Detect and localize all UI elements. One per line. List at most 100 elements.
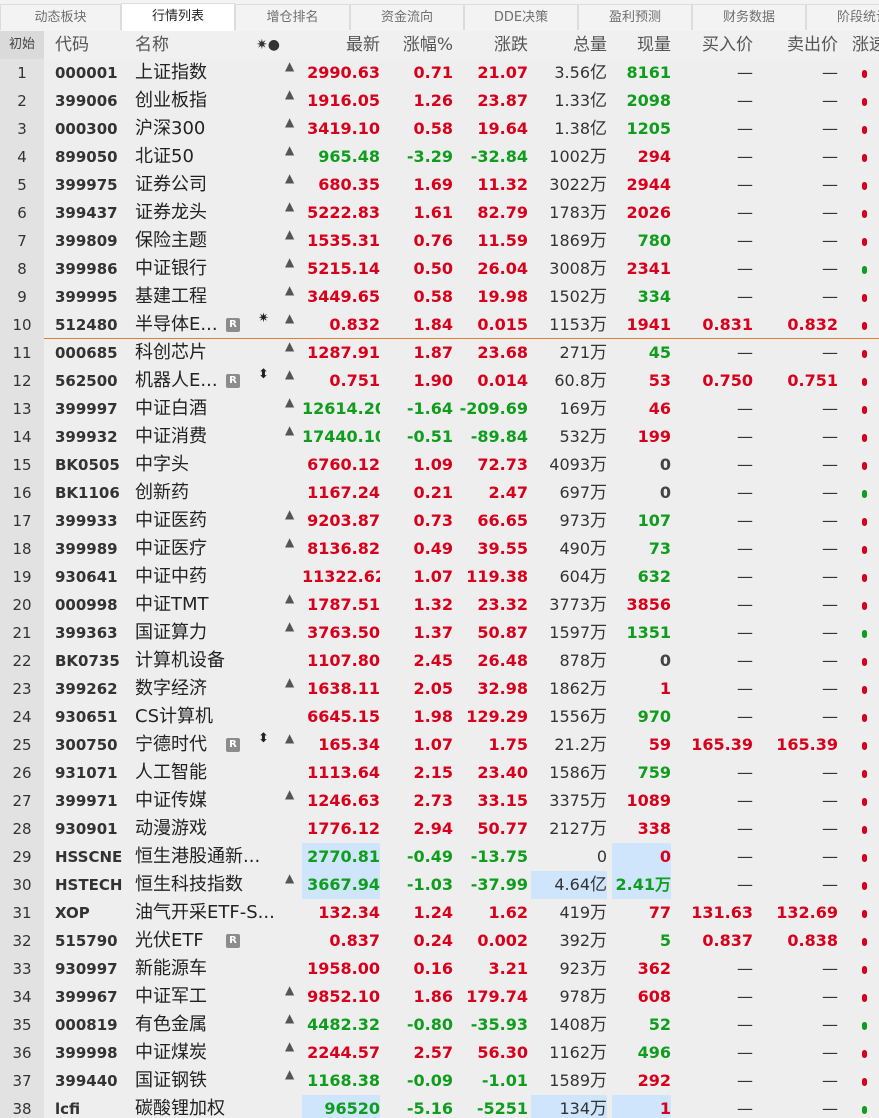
security-name[interactable]: 科创芯片 (135, 339, 285, 367)
header-pct[interactable]: 涨幅% (386, 31, 453, 59)
security-name[interactable]: 动漫游戏 (135, 815, 285, 843)
security-name[interactable]: 中证传媒 (135, 787, 285, 815)
alert-bell-icon[interactable]: ▲ (285, 675, 294, 689)
security-name[interactable]: 北证50 (135, 143, 285, 171)
security-code[interactable]: 399006 (55, 87, 135, 115)
table-row[interactable]: 10 512480 半导体E... R ✷ ▲ 0.832 1.84 0.015 1153万 194… (0, 311, 879, 339)
security-name[interactable]: 油气开采ETF-S... (135, 899, 285, 927)
security-name[interactable]: 中证医疗 (135, 535, 285, 563)
header-name[interactable]: 名称 (135, 31, 169, 59)
security-code[interactable]: 000300 (55, 115, 135, 143)
header-change[interactable]: 涨跌 (458, 31, 528, 59)
security-code[interactable]: 399989 (55, 535, 135, 563)
security-code[interactable]: 399932 (55, 423, 135, 451)
alert-bell-icon[interactable]: ▲ (285, 871, 294, 885)
table-row[interactable]: 11 000685 科创芯片 ▲ 1287.91 1.87 23.68 271万 45— — (0, 339, 879, 367)
table-row[interactable]: 4 899050 北证50 ▲ 965.48 -3.29 -32.84 1002万 294— — (0, 143, 879, 171)
tab-position-ranking[interactable]: 增仓排名 (235, 4, 350, 30)
security-name[interactable]: 中证TMT (135, 591, 285, 619)
security-name[interactable]: 中证中药 (135, 563, 285, 591)
alert-bell-icon[interactable]: ▲ (285, 143, 294, 157)
security-code[interactable]: 000998 (55, 591, 135, 619)
security-code[interactable]: 562500 (55, 367, 135, 395)
security-code[interactable]: 399933 (55, 507, 135, 535)
table-row[interactable]: 30 HSTECH 恒生科技指数 ▲ 3667.94 -1.03 -37.99 4.64亿 2.… (0, 871, 879, 899)
header-buy[interactable]: 买入价 (680, 31, 753, 59)
table-row[interactable]: 28 930901 动漫游戏 1776.12 2.94 50.77 2127万 338— — (0, 815, 879, 843)
security-name[interactable]: 新能源车 (135, 955, 285, 983)
table-row[interactable]: 3 000300 沪深300 ▲ 3419.10 0.58 19.64 1.38亿 1205— — (0, 115, 879, 143)
security-name[interactable]: 人工智能 (135, 759, 285, 787)
security-name[interactable]: CS计算机 (135, 703, 285, 731)
table-row[interactable]: 36 399998 中证煤炭 ▲ 2244.57 2.57 56.30 1162万 496— — (0, 1039, 879, 1067)
table-row[interactable]: 7 399809 保险主题 ▲ 1535.31 0.76 11.59 1869万 780— — (0, 227, 879, 255)
alert-bell-icon[interactable]: ▲ (285, 283, 294, 297)
tab-earnings-forecast[interactable]: 盈利预测 (578, 4, 692, 30)
table-row[interactable]: 31 XOP 油气开采ETF-S... 132.34 1.24 1.62 419万 77 131… (0, 899, 879, 927)
security-code[interactable]: 512480 (55, 311, 135, 339)
table-row[interactable]: 16 BK1106 创新药 1167.24 0.21 2.47 697万 0— — (0, 479, 879, 507)
table-row[interactable]: 38 lcfi 碳酸锂加权 96520 -5.16 -5251 134万 1— — (0, 1095, 879, 1118)
table-row[interactable]: 9 399995 基建工程 ▲ 3449.65 0.58 19.98 1502万 334— — (0, 283, 879, 311)
table-row[interactable]: 33 930997 新能源车 1958.00 0.16 3.21 923万 362— — (0, 955, 879, 983)
security-name[interactable]: 沪深300 (135, 115, 285, 143)
header-latest[interactable]: 最新 (302, 31, 380, 59)
security-name[interactable]: 中证白酒 (135, 395, 285, 423)
header-flags[interactable]: ✷● (256, 31, 280, 59)
security-name[interactable]: 恒生港股通新... (135, 843, 285, 871)
security-code[interactable]: 930651 (55, 703, 135, 731)
security-code[interactable]: 399997 (55, 395, 135, 423)
security-code[interactable]: BK1106 (55, 479, 135, 507)
security-name[interactable]: 中字头 (135, 451, 285, 479)
header-code[interactable]: 代码 (55, 31, 89, 59)
table-row[interactable]: 26 931071 人工智能 1113.64 2.15 23.40 1586万 759— — (0, 759, 879, 787)
alert-bell-icon[interactable]: ▲ (285, 395, 294, 409)
security-name[interactable]: 保险主题 (135, 227, 285, 255)
table-row[interactable]: 1 000001 上证指数 ▲ 2990.63 0.71 21.07 3.56亿 8161— — (0, 59, 879, 87)
security-code[interactable]: HSSCNE (55, 843, 135, 871)
table-row[interactable]: 35 000819 有色金属 ▲ 4482.32 -0.80 -35.93 1408万 52— — (0, 1011, 879, 1039)
table-row[interactable]: 32 515790 光伏ETF R 0.837 0.24 0.002 392万 5 0.837 0.… (0, 927, 879, 955)
table-row[interactable]: 15 BK0505 中字头 6760.12 1.09 72.73 4093万 0— — (0, 451, 879, 479)
security-code[interactable]: 399967 (55, 983, 135, 1011)
security-name[interactable]: 基建工程 (135, 283, 285, 311)
header-speed[interactable]: 涨速 (852, 31, 879, 59)
security-name[interactable]: 证券公司 (135, 171, 285, 199)
header-sell[interactable]: 卖出价 (766, 31, 838, 59)
security-name[interactable]: 碳酸锂加权 (135, 1095, 285, 1118)
security-name[interactable]: 创新药 (135, 479, 285, 507)
security-code[interactable]: 931071 (55, 759, 135, 787)
security-name[interactable]: 中证军工 (135, 983, 285, 1011)
table-row[interactable]: 20 000998 中证TMT ▲ 1787.51 1.32 23.32 3773万 3856—… (0, 591, 879, 619)
alert-bell-icon[interactable]: ▲ (285, 983, 294, 997)
security-name[interactable]: 中证银行 (135, 255, 285, 283)
security-name[interactable]: 数字经济 (135, 675, 285, 703)
security-name[interactable]: 创业板指 (135, 87, 285, 115)
alert-bell-icon[interactable]: ▲ (285, 423, 294, 437)
security-name[interactable]: 有色金属 (135, 1011, 285, 1039)
security-name[interactable]: 光伏ETF (135, 927, 285, 955)
table-row[interactable]: 25 300750 宁德时代 R ⬍ ▲ 165.34 1.07 1.75 21.2万 59 165.… (0, 731, 879, 759)
security-code[interactable]: 515790 (55, 927, 135, 955)
table-row[interactable]: 23 399262 数字经济 ▲ 1638.11 2.05 32.98 1862万 1— — (0, 675, 879, 703)
table-row[interactable]: 5 399975 证券公司 ▲ 680.35 1.69 11.32 3022万 2944— — (0, 171, 879, 199)
table-row[interactable]: 13 399997 中证白酒 ▲ 12614.20 -1.64 -209.69 169万 46—… (0, 395, 879, 423)
security-name[interactable]: 中证医药 (135, 507, 285, 535)
tab-period-stats[interactable]: 阶段统计 (806, 4, 879, 30)
alert-bell-icon[interactable]: ▲ (285, 1039, 294, 1053)
alert-bell-icon[interactable]: ▲ (285, 507, 294, 521)
security-code[interactable]: 930997 (55, 955, 135, 983)
security-code[interactable]: HSTECH (55, 871, 135, 899)
alert-bell-icon[interactable]: ▲ (285, 339, 294, 353)
alert-bell-icon[interactable]: ▲ (285, 171, 294, 185)
table-row[interactable]: 22 BK0735 计算机设备 1107.80 2.45 26.48 878万 0— — (0, 647, 879, 675)
table-row[interactable]: 8 399986 中证银行 ▲ 5215.14 0.50 26.04 3008万 2341— — (0, 255, 879, 283)
table-row[interactable]: 12 562500 机器人E... R ⬍ ▲ 0.751 1.90 0.014 60.8万 53 0… (0, 367, 879, 395)
security-code[interactable]: BK0735 (55, 647, 135, 675)
header-volume[interactable]: 总量 (531, 31, 607, 59)
alert-bell-icon[interactable]: ▲ (285, 87, 294, 101)
security-code[interactable]: 930641 (55, 563, 135, 591)
alert-bell-icon[interactable]: ▲ (285, 1067, 294, 1081)
security-code[interactable]: 899050 (55, 143, 135, 171)
alert-bell-icon[interactable]: ▲ (285, 1011, 294, 1025)
